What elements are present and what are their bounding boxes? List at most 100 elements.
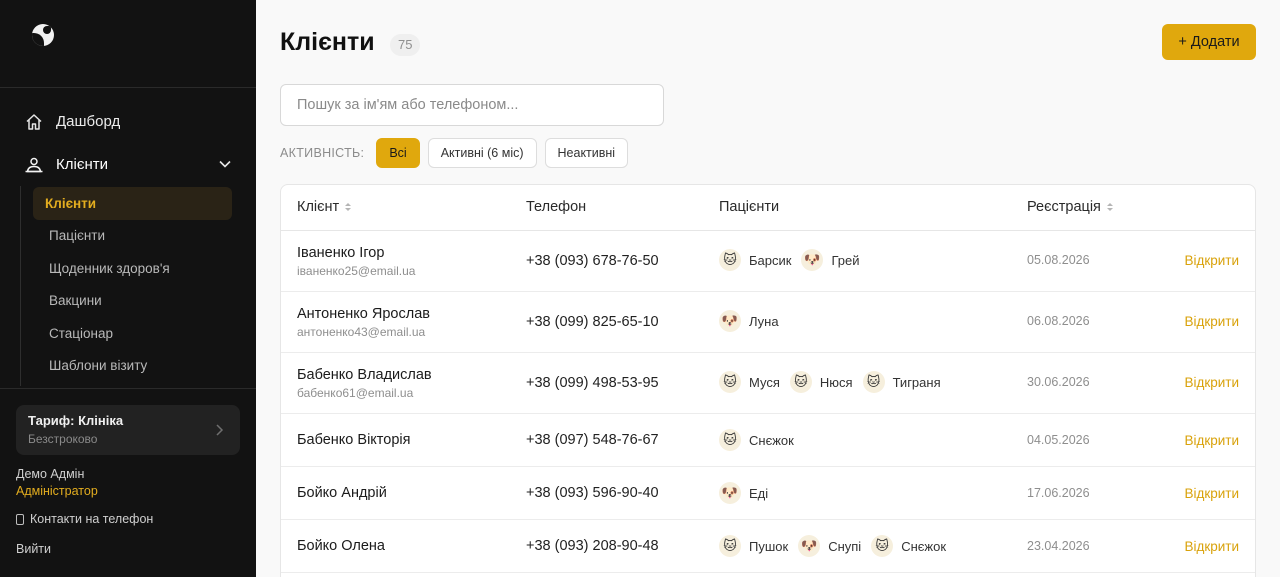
clients-subnav: Клієнти Пацієнти Щоденник здоров'я Вакци…	[20, 186, 244, 386]
subnav-item-clients[interactable]: Клієнти	[33, 187, 232, 220]
client-name: Бабенко Вікторія	[297, 432, 411, 448]
logo-icon[interactable]	[32, 24, 54, 46]
filter-label: АКТИВНІСТЬ:	[280, 146, 365, 160]
patient-name: Тиграня	[892, 374, 941, 390]
nav-item-dashboard[interactable]: Дашборд	[0, 100, 256, 143]
table-row[interactable]: Бабенко Владислав бабенко61@email.ua +38 (…	[281, 353, 1255, 414]
plan-card[interactable]: Тариф: Клініка Безстроково	[16, 405, 240, 455]
patients-list: 🐶 Луна	[719, 310, 789, 332]
users-icon	[24, 155, 44, 175]
patient-name: Барсик	[749, 252, 792, 268]
registration-date: 06.08.2026	[1027, 314, 1090, 328]
table-row[interactable]: Бойко Олена +38 (093) 208-90-48 🐱 Пушок 🐶 Сну…	[281, 520, 1255, 573]
open-client-link[interactable]: Відкрити	[1184, 314, 1239, 329]
filter-chip-active[interactable]: Активні (6 міс)	[427, 138, 537, 168]
column-header-client-label: Клієнт	[297, 199, 340, 215]
table-header: Клієнт Телефон Пацієнти Реєстрація	[281, 185, 1255, 231]
logo-area	[0, 0, 256, 88]
patient-chip[interactable]: 🐶 Еді	[719, 482, 768, 504]
patient-chip[interactable]: 🐱 Снєжок	[871, 535, 946, 557]
home-icon	[24, 112, 44, 132]
patient-chip[interactable]: 🐶 Снупі	[798, 535, 861, 557]
open-client-link[interactable]: Відкрити	[1184, 253, 1239, 268]
client-phone: +38 (093) 678-76-50	[526, 253, 659, 269]
sidebar-footer: Тариф: Клініка Безстроково Демо Адмін Ад…	[0, 388, 256, 556]
patient-chip[interactable]: 🐱 Тиграня	[862, 371, 941, 393]
logout-link[interactable]: Вийти	[16, 542, 240, 556]
patient-name: Снєжок	[749, 432, 794, 448]
dog-icon: 🐶	[719, 310, 741, 332]
subnav-item-vaccines[interactable]: Вакцини	[21, 285, 232, 318]
page-title: Клієнти	[280, 28, 375, 56]
client-phone: +38 (097) 548-76-67	[526, 432, 659, 448]
client-phone: +38 (093) 208-90-48	[526, 538, 659, 554]
client-email: антоненко43@email.ua	[297, 325, 426, 339]
column-header-registration-label: Реєстрація	[1027, 199, 1101, 215]
patient-chip[interactable]: 🐱 Муся	[719, 371, 780, 393]
client-phone: +38 (099) 498-53-95	[526, 375, 659, 391]
subnav-item-health-diary[interactable]: Щоденник здоров'я	[21, 252, 232, 285]
table-row[interactable]: Бабенко Вікторія +38 (097) 548-76-67 🐱 Снєж…	[281, 414, 1255, 467]
dog-icon: 🐶	[719, 482, 741, 504]
cat-icon: 🐱	[719, 535, 741, 557]
column-header-patients: Пацієнти	[719, 199, 779, 215]
patient-chip[interactable]: 🐱 Снєжок	[719, 429, 794, 451]
client-name: Бабенко Владислав	[297, 367, 432, 383]
main-content: Клієнти 75 + Додати АКТИВНІСТЬ: Всі Акти…	[256, 0, 1280, 577]
patients-list: 🐱 Пушок 🐶 Снупі 🐱 Снєжок	[719, 535, 956, 557]
search-input[interactable]	[280, 84, 664, 126]
cat-icon: 🐱	[862, 371, 885, 393]
dog-icon: 🐶	[798, 535, 821, 557]
registration-date: 17.06.2026	[1027, 486, 1090, 500]
patient-chip[interactable]: 🐱 Пушок	[719, 535, 788, 557]
plan-subtitle: Безстроково	[28, 432, 98, 446]
client-name: Бойко Андрій	[297, 485, 387, 501]
contacts-link[interactable]: Контакти на телефон	[16, 512, 240, 526]
patient-name: Еді	[749, 485, 769, 501]
patients-list: 🐱 Барсик 🐶 Грей	[719, 249, 869, 271]
patient-chip[interactable]: 🐱 Барсик	[719, 249, 791, 271]
patient-chip[interactable]: 🐶 Грей	[801, 249, 859, 271]
patients-list: 🐱 Муся 🐱 Нюся 🐱 Тиграня	[719, 371, 951, 393]
phone-icon	[16, 513, 24, 525]
subnav-item-inpatient[interactable]: Стаціонар	[21, 317, 232, 350]
cat-icon: 🐱	[871, 535, 894, 557]
client-name: Іваненко Ігор	[297, 245, 385, 261]
client-phone: +38 (099) 825-65-10	[526, 314, 659, 330]
column-header-registration[interactable]: Реєстрація	[1027, 199, 1113, 215]
chevron-down-icon[interactable]	[218, 157, 232, 171]
open-client-link[interactable]: Відкрити	[1184, 375, 1239, 390]
table-row[interactable]: Антоненко Ярослав антоненко43@email.ua +38…	[281, 292, 1255, 353]
client-phone: +38 (093) 596-90-40	[526, 485, 659, 501]
add-client-button[interactable]: + Додати	[1162, 24, 1256, 60]
column-header-patients-label: Пацієнти	[719, 199, 780, 215]
client-email: бабенко61@email.ua	[297, 386, 414, 400]
activity-filter: АКТИВНІСТЬ: Всі Активні (6 міс) Неактивн…	[280, 138, 636, 168]
table-row[interactable]: Бойко Андрій +38 (093) 596-90-40 🐶 Еді 17.06…	[281, 467, 1255, 520]
filter-chip-all[interactable]: Всі	[376, 138, 420, 168]
patients-list: 🐱 Снєжок	[719, 429, 804, 451]
table-row[interactable]: Іваненко Ігор іваненко25@email.ua +38 (093…	[281, 231, 1255, 292]
subnav-item-patients[interactable]: Пацієнти	[21, 220, 232, 253]
patient-chip[interactable]: 🐶 Луна	[719, 310, 779, 332]
column-header-client[interactable]: Клієнт	[297, 199, 352, 215]
client-name: Бойко Олена	[297, 538, 385, 554]
open-client-link[interactable]: Відкрити	[1184, 539, 1239, 554]
nav-item-clients[interactable]: Клієнти	[0, 143, 256, 186]
filter-chip-inactive[interactable]: Неактивні	[544, 138, 629, 168]
user-role: Адміністратор	[16, 484, 98, 498]
registration-date: 23.04.2026	[1027, 539, 1090, 553]
patient-name: Муся	[749, 374, 780, 390]
column-header-phone: Телефон	[526, 199, 586, 215]
clients-table: Клієнт Телефон Пацієнти Реєстрація Іване…	[280, 184, 1256, 577]
patient-name: Луна	[749, 313, 779, 329]
patient-chip[interactable]: 🐱 Нюся	[789, 371, 853, 393]
column-header-phone-label: Телефон	[526, 199, 587, 215]
subnav-item-visit-templates[interactable]: Шаблони візиту	[21, 350, 232, 383]
plan-title: Тариф: Клініка	[28, 413, 124, 428]
cat-icon: 🐱	[789, 371, 812, 393]
user-name: Демо Адмін	[16, 467, 85, 481]
open-client-link[interactable]: Відкрити	[1184, 433, 1239, 448]
open-client-link[interactable]: Відкрити	[1184, 486, 1239, 501]
patient-name: Пушок	[749, 538, 789, 554]
